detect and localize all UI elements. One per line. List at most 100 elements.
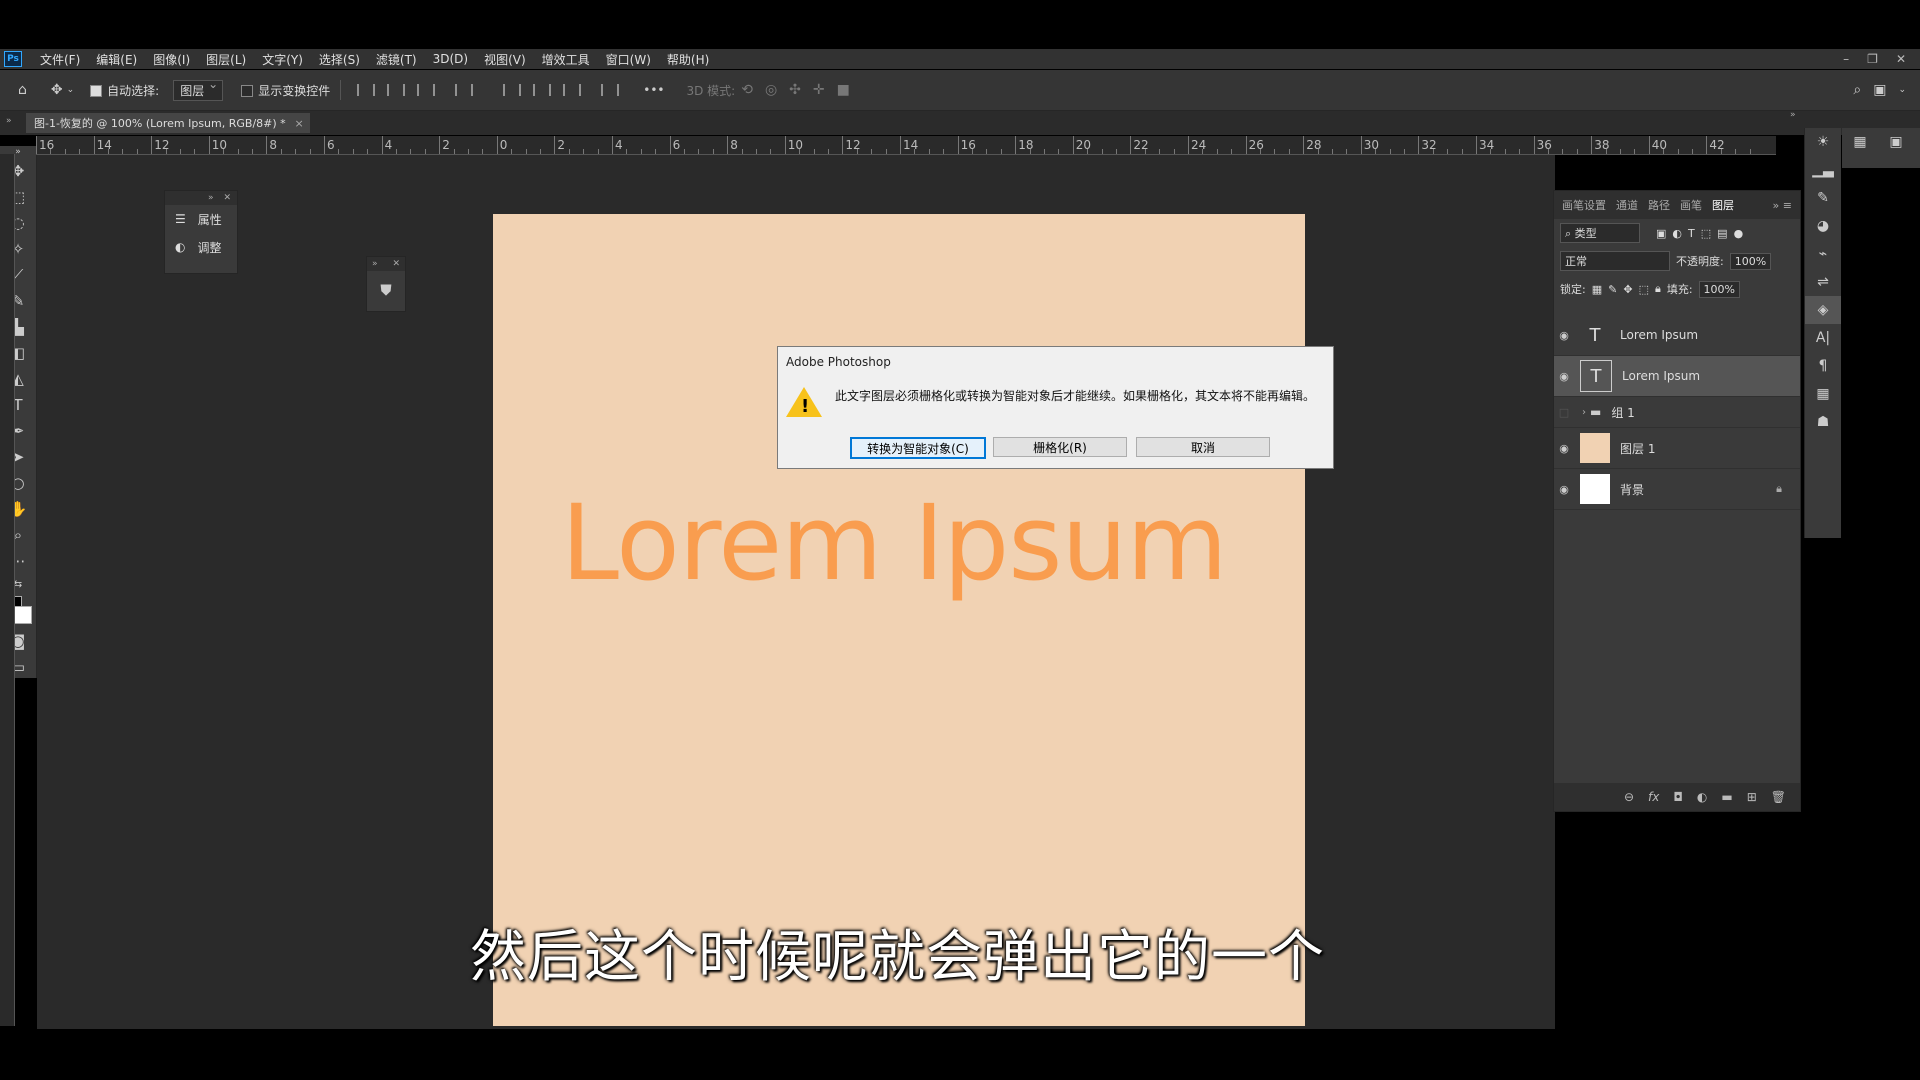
- channels-icon[interactable]: ◕: [1805, 212, 1841, 240]
- adjustment-layer-icon[interactable]: ◐: [1697, 790, 1707, 804]
- visibility-off-icon[interactable]: □: [1554, 406, 1574, 419]
- layer-row-group[interactable]: □ › ▬ 组 1: [1554, 397, 1800, 428]
- menu-type[interactable]: 文字(Y): [254, 51, 311, 68]
- menu-help[interactable]: 帮助(H): [659, 51, 717, 68]
- menu-image[interactable]: 图像(I): [145, 51, 198, 68]
- menu-layer[interactable]: 图层(L): [198, 51, 254, 68]
- brush-settings-icon[interactable]: ✎: [1805, 184, 1841, 212]
- 3d-slide-icon[interactable]: ✛: [813, 82, 825, 98]
- align-left-icon[interactable]: [357, 84, 376, 96]
- menu-view[interactable]: 视图(V): [476, 51, 534, 68]
- paths-icon[interactable]: ⌁: [1805, 240, 1841, 268]
- auto-select-dropdown[interactable]: 图层: [173, 77, 224, 101]
- restore-button[interactable]: ❐: [1867, 52, 1878, 66]
- mask-icon[interactable]: ◘: [1673, 790, 1683, 804]
- workspace-icon[interactable]: ▣: [1873, 82, 1886, 98]
- link-icon[interactable]: ⊖: [1624, 790, 1634, 804]
- distribute-horizontal-icon[interactable]: [601, 84, 620, 96]
- filter-pixel-icon[interactable]: ▣: [1656, 227, 1666, 240]
- visibility-eye-icon[interactable]: ◉: [1554, 329, 1574, 342]
- panel-toggle-icon[interactable]: ▣: [1878, 128, 1914, 156]
- menu-filter[interactable]: 滤镜(T): [368, 51, 425, 68]
- visibility-eye-icon[interactable]: ◉: [1554, 370, 1574, 383]
- dock-collapse-icon[interactable]: »: [1790, 110, 1796, 120]
- align-middle-icon[interactable]: [533, 84, 552, 96]
- menu-edit[interactable]: 编辑(E): [88, 51, 145, 68]
- lock-artboard-icon[interactable]: ⬚: [1639, 283, 1649, 296]
- 3d-pan-icon[interactable]: ✣: [789, 82, 801, 98]
- 3d-orbit-icon[interactable]: ⟲: [741, 82, 753, 98]
- menu-plugins[interactable]: 增效工具: [534, 51, 598, 68]
- opacity-input[interactable]: 100%: [1729, 252, 1772, 270]
- collapse-icon[interactable]: »: [372, 259, 378, 269]
- brushes-icon[interactable]: ⇌: [1805, 268, 1841, 296]
- auto-select-checkbox[interactable]: [90, 83, 107, 97]
- panel-menu-icon[interactable]: » ≡: [1773, 199, 1800, 212]
- rasterize-button[interactable]: 栅格化(R): [993, 437, 1127, 457]
- workspace-chevron-icon[interactable]: ⌄: [1898, 85, 1906, 95]
- show-transform-checkbox[interactable]: [241, 83, 258, 97]
- document-tab[interactable]: 图-1-恢复的 @ 100% (Lorem Ipsum, RGB/8#) * ×: [26, 113, 310, 133]
- layers-dock-icon[interactable]: ◈: [1805, 296, 1841, 324]
- chevron-down-icon[interactable]: ⌄: [67, 85, 75, 95]
- layer-row-selected[interactable]: ◉ T Lorem Ipsum: [1554, 356, 1800, 397]
- layer-filter-dropdown[interactable]: ⌕ 类型: [1560, 223, 1640, 243]
- minimize-button[interactable]: –: [1843, 52, 1849, 66]
- tab-close-icon[interactable]: ×: [294, 117, 303, 130]
- new-layer-icon[interactable]: ⊞: [1747, 790, 1757, 804]
- cancel-button[interactable]: 取消: [1136, 437, 1270, 457]
- visibility-eye-icon[interactable]: ◉: [1554, 442, 1574, 455]
- character-icon[interactable]: A|: [1805, 324, 1841, 352]
- align-bottom-icon[interactable]: [563, 84, 582, 96]
- collapse-icon[interactable]: »: [208, 193, 214, 203]
- collapse-icon[interactable]: »: [6, 116, 12, 126]
- lock-image-icon[interactable]: ✎: [1608, 283, 1617, 296]
- filter-toggle-icon[interactable]: ●: [1734, 227, 1744, 240]
- visibility-eye-icon[interactable]: ◉: [1554, 483, 1574, 496]
- adjustments-panel-button[interactable]: ◐ 调整: [165, 233, 237, 261]
- menu-select[interactable]: 选择(S): [311, 51, 368, 68]
- lock-transparent-icon[interactable]: ▦: [1592, 283, 1602, 296]
- menu-window[interactable]: 窗口(W): [598, 51, 659, 68]
- distribute-vertical-icon[interactable]: [455, 84, 474, 96]
- stamp-panel-icon[interactable]: ⛊: [367, 271, 405, 309]
- grid-icon[interactable]: ▦: [1842, 128, 1878, 156]
- background-color-swatch[interactable]: [14, 606, 32, 624]
- tab-layers[interactable]: 图层: [1712, 197, 1734, 213]
- layer-row[interactable]: ◉ 图层 1: [1554, 428, 1800, 469]
- expand-chevron-icon[interactable]: ›: [1582, 407, 1586, 418]
- fx-icon[interactable]: fx: [1648, 790, 1659, 804]
- lock-all-icon[interactable]: 🔒︎: [1655, 282, 1661, 296]
- filter-adjustment-icon[interactable]: ◐: [1672, 227, 1682, 240]
- filter-type-icon[interactable]: T: [1688, 227, 1695, 240]
- search-icon[interactable]: ⌕: [1853, 82, 1861, 98]
- filter-smart-object-icon[interactable]: ▤: [1717, 227, 1727, 240]
- layer-row[interactable]: ◉ T Lorem Ipsum: [1554, 315, 1800, 356]
- canvas-text-layer[interactable]: Lorem Ipsum: [561, 482, 1228, 604]
- menu-3d[interactable]: 3D(D): [425, 52, 476, 66]
- move-tool-icon[interactable]: ✥: [51, 82, 63, 98]
- layer-row-background[interactable]: ◉ 背景 🔒︎: [1554, 469, 1800, 510]
- align-top-icon[interactable]: [503, 84, 522, 96]
- fill-input[interactable]: 100%: [1698, 280, 1740, 298]
- align-center-icon[interactable]: [387, 84, 406, 96]
- close-window-button[interactable]: ✕: [1896, 52, 1906, 66]
- 3d-roll-icon[interactable]: ◎: [765, 82, 777, 98]
- convert-smart-object-button[interactable]: 转换为智能对象(C): [850, 437, 986, 459]
- filter-shape-icon[interactable]: ⬚: [1701, 227, 1711, 240]
- lock-position-icon[interactable]: ✥: [1623, 283, 1632, 296]
- properties-panel-button[interactable]: ☰ 属性: [165, 205, 237, 233]
- 3d-camera-icon[interactable]: ■: [837, 82, 850, 98]
- tab-channels[interactable]: 通道: [1616, 197, 1638, 213]
- tab-brushes[interactable]: 画笔: [1680, 197, 1702, 213]
- trash-icon[interactable]: 🗑︎: [1771, 790, 1786, 804]
- tab-paths[interactable]: 路径: [1648, 197, 1670, 213]
- brightness-icon[interactable]: ☀: [1805, 128, 1841, 156]
- align-right-icon[interactable]: [417, 84, 436, 96]
- swatches-icon[interactable]: ▦: [1805, 380, 1841, 408]
- levels-icon[interactable]: ▁▃: [1805, 156, 1841, 184]
- blend-mode-dropdown[interactable]: 正常: [1560, 251, 1670, 271]
- more-options-button[interactable]: •••: [643, 83, 664, 97]
- menu-file[interactable]: 文件(F): [32, 51, 88, 68]
- folder-icon[interactable]: ▬: [1721, 790, 1732, 804]
